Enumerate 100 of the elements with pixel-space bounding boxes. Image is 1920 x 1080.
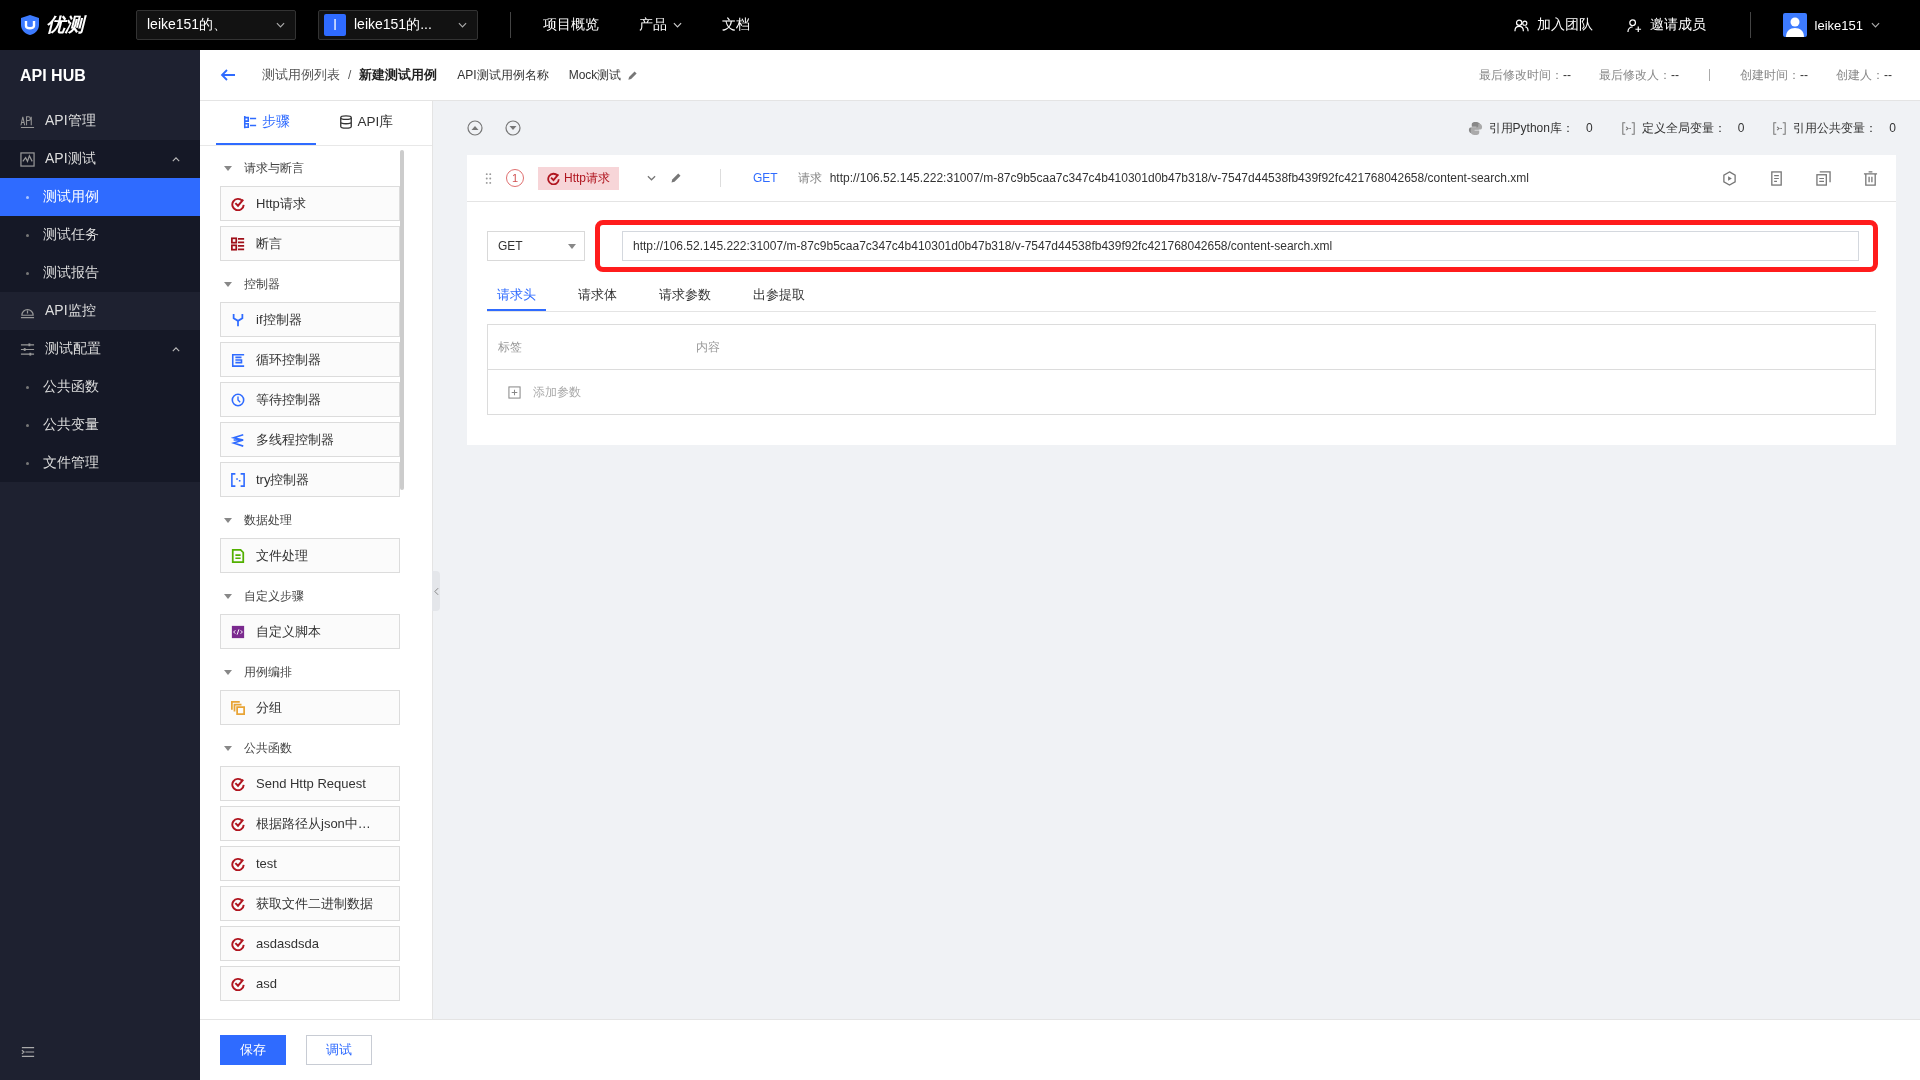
sidebar-item[interactable]: 测试配置 bbox=[0, 330, 200, 368]
check-gauge-icon bbox=[547, 171, 560, 185]
run-icon[interactable] bbox=[1722, 170, 1737, 186]
project-select[interactable]: l leike151的... bbox=[318, 10, 478, 40]
stat-value: 0 bbox=[1737, 121, 1745, 135]
case-tag: Mock测试 bbox=[568, 66, 622, 84]
branch-icon bbox=[231, 312, 245, 327]
copy-icon[interactable] bbox=[1816, 170, 1831, 186]
sidebar-item[interactable]: API管理 bbox=[0, 102, 200, 140]
step-card[interactable]: try控制器 bbox=[220, 462, 400, 497]
sidebar-subitem[interactable]: 测试报告 bbox=[0, 254, 200, 292]
step-card[interactable]: test bbox=[220, 846, 400, 881]
group-header[interactable]: 公共函数 bbox=[220, 730, 410, 766]
chart-icon bbox=[20, 151, 35, 167]
panel-tab[interactable]: API库 bbox=[316, 101, 416, 145]
chevron-up-icon bbox=[172, 156, 180, 162]
step-card[interactable]: 多线程控制器 bbox=[220, 422, 400, 457]
document-icon[interactable] bbox=[1769, 170, 1784, 186]
invite-member-link[interactable]: 邀请成员 bbox=[1626, 16, 1706, 34]
stat-label: 定义全局变量： bbox=[1641, 119, 1726, 137]
nav-link[interactable]: 项目概览 bbox=[543, 16, 599, 34]
request-tab[interactable]: 请求头 bbox=[487, 280, 546, 311]
pencil-icon[interactable] bbox=[627, 69, 639, 81]
nav-link[interactable]: 产品 bbox=[639, 16, 682, 34]
sidebar-subitem[interactable]: 文件管理 bbox=[0, 444, 200, 482]
pencil-icon[interactable] bbox=[670, 172, 682, 184]
request-tab[interactable]: 请求体 bbox=[568, 280, 627, 311]
list-tree-icon bbox=[242, 115, 257, 129]
request-tab[interactable]: 请求参数 bbox=[649, 280, 721, 311]
document-icon bbox=[231, 548, 245, 563]
panel-tab[interactable]: 步骤 bbox=[216, 101, 316, 145]
plus-box-icon bbox=[508, 385, 521, 399]
step-card[interactable]: 根据路径从json中… bbox=[220, 806, 400, 841]
sidebar-item[interactable]: API测试 bbox=[0, 140, 200, 178]
check-gauge-icon bbox=[231, 936, 245, 951]
caret-down-icon bbox=[224, 593, 232, 599]
delete-icon[interactable] bbox=[1863, 170, 1878, 186]
step-card[interactable]: Send Http Request bbox=[220, 766, 400, 801]
meta-label: 最后修改时间： bbox=[1479, 66, 1563, 84]
chevron-down-icon[interactable] bbox=[647, 175, 656, 181]
meta-value: -- bbox=[1563, 68, 1571, 82]
request-tab[interactable]: 出参提取 bbox=[743, 280, 815, 311]
breadcrumb-link[interactable]: 测试用例列表 bbox=[262, 66, 340, 84]
loop-icon bbox=[231, 352, 245, 367]
group-header[interactable]: 数据处理 bbox=[220, 502, 410, 538]
caret-down-icon bbox=[568, 243, 576, 249]
debug-button[interactable]: 调试 bbox=[306, 1035, 372, 1065]
group-header[interactable]: 请求与断言 bbox=[220, 150, 410, 186]
group-header[interactable]: 控制器 bbox=[220, 266, 410, 302]
collapse-menu-icon[interactable] bbox=[21, 1045, 35, 1059]
sidebar-subitem[interactable]: 测试任务 bbox=[0, 216, 200, 254]
step-card[interactable]: 获取文件二进制数据 bbox=[220, 886, 400, 921]
move-up-icon[interactable] bbox=[467, 120, 483, 136]
stat-label: 引用公共变量： bbox=[1793, 119, 1878, 137]
user-menu[interactable]: leike151 bbox=[1782, 13, 1880, 37]
variable-icon bbox=[1620, 121, 1636, 135]
sidebar-subitem[interactable]: 测试用例 bbox=[0, 178, 200, 216]
sidebar-item[interactable]: API监控 bbox=[0, 292, 200, 330]
url-field[interactable]: http://106.52.145.222:31007/m-87c9b5caa7c347c4b410301d0b47b318/v-7547d44538fb439f92fc421768042658/content-search.xml bbox=[622, 231, 1859, 261]
code-window-icon bbox=[231, 624, 245, 639]
step-card[interactable]: asd bbox=[220, 966, 400, 1001]
shield-icon bbox=[20, 14, 40, 36]
nav-link[interactable]: 文档 bbox=[722, 16, 750, 34]
case-name: API测试用例名称 bbox=[457, 66, 549, 84]
step-card[interactable]: 文件处理 bbox=[220, 538, 400, 573]
check-gauge-icon bbox=[231, 896, 245, 911]
chevron-down-icon bbox=[673, 22, 682, 28]
move-down-icon[interactable] bbox=[505, 120, 521, 136]
sidebar-subitem[interactable]: 公共函数 bbox=[0, 368, 200, 406]
brackets-icon bbox=[231, 472, 245, 487]
step-card[interactable]: asdasdsda bbox=[220, 926, 400, 961]
team-select[interactable]: leike151的、 bbox=[136, 10, 296, 40]
join-team-link[interactable]: 加入团队 bbox=[1513, 16, 1593, 34]
group-header[interactable]: 自定义步骤 bbox=[220, 578, 410, 614]
collapse-handle[interactable] bbox=[432, 571, 440, 611]
api-icon bbox=[20, 113, 35, 129]
step-card[interactable]: 等待控制器 bbox=[220, 382, 400, 417]
back-arrow-icon[interactable] bbox=[220, 67, 236, 83]
chevron-up-icon bbox=[172, 346, 180, 352]
step-card[interactable]: 循环控制器 bbox=[220, 342, 400, 377]
http-method: GET bbox=[753, 171, 778, 185]
method-select[interactable]: GET bbox=[487, 231, 585, 261]
chevron-down-icon bbox=[1871, 22, 1880, 28]
step-card[interactable]: Http请求 bbox=[220, 186, 400, 221]
step-card[interactable]: 自定义脚本 bbox=[220, 614, 400, 649]
sidebar-subitem[interactable]: 公共变量 bbox=[0, 406, 200, 444]
add-person-icon bbox=[1626, 17, 1642, 33]
step-card[interactable]: 分组 bbox=[220, 690, 400, 725]
save-button[interactable]: 保存 bbox=[220, 1035, 286, 1065]
caret-down-icon bbox=[224, 517, 232, 523]
step-card[interactable]: if控制器 bbox=[220, 302, 400, 337]
app-logo[interactable]: 优测 bbox=[20, 12, 136, 38]
stat-value: 0 bbox=[1585, 121, 1593, 135]
column-header: 标签 bbox=[498, 338, 523, 356]
check-gauge-icon bbox=[231, 776, 245, 791]
drag-handle-icon[interactable] bbox=[485, 171, 492, 185]
step-card[interactable]: 断言 bbox=[220, 226, 400, 261]
meta-label: 创建人： bbox=[1836, 66, 1884, 84]
group-header[interactable]: 用例编排 bbox=[220, 654, 410, 690]
caret-down-icon bbox=[224, 165, 232, 171]
